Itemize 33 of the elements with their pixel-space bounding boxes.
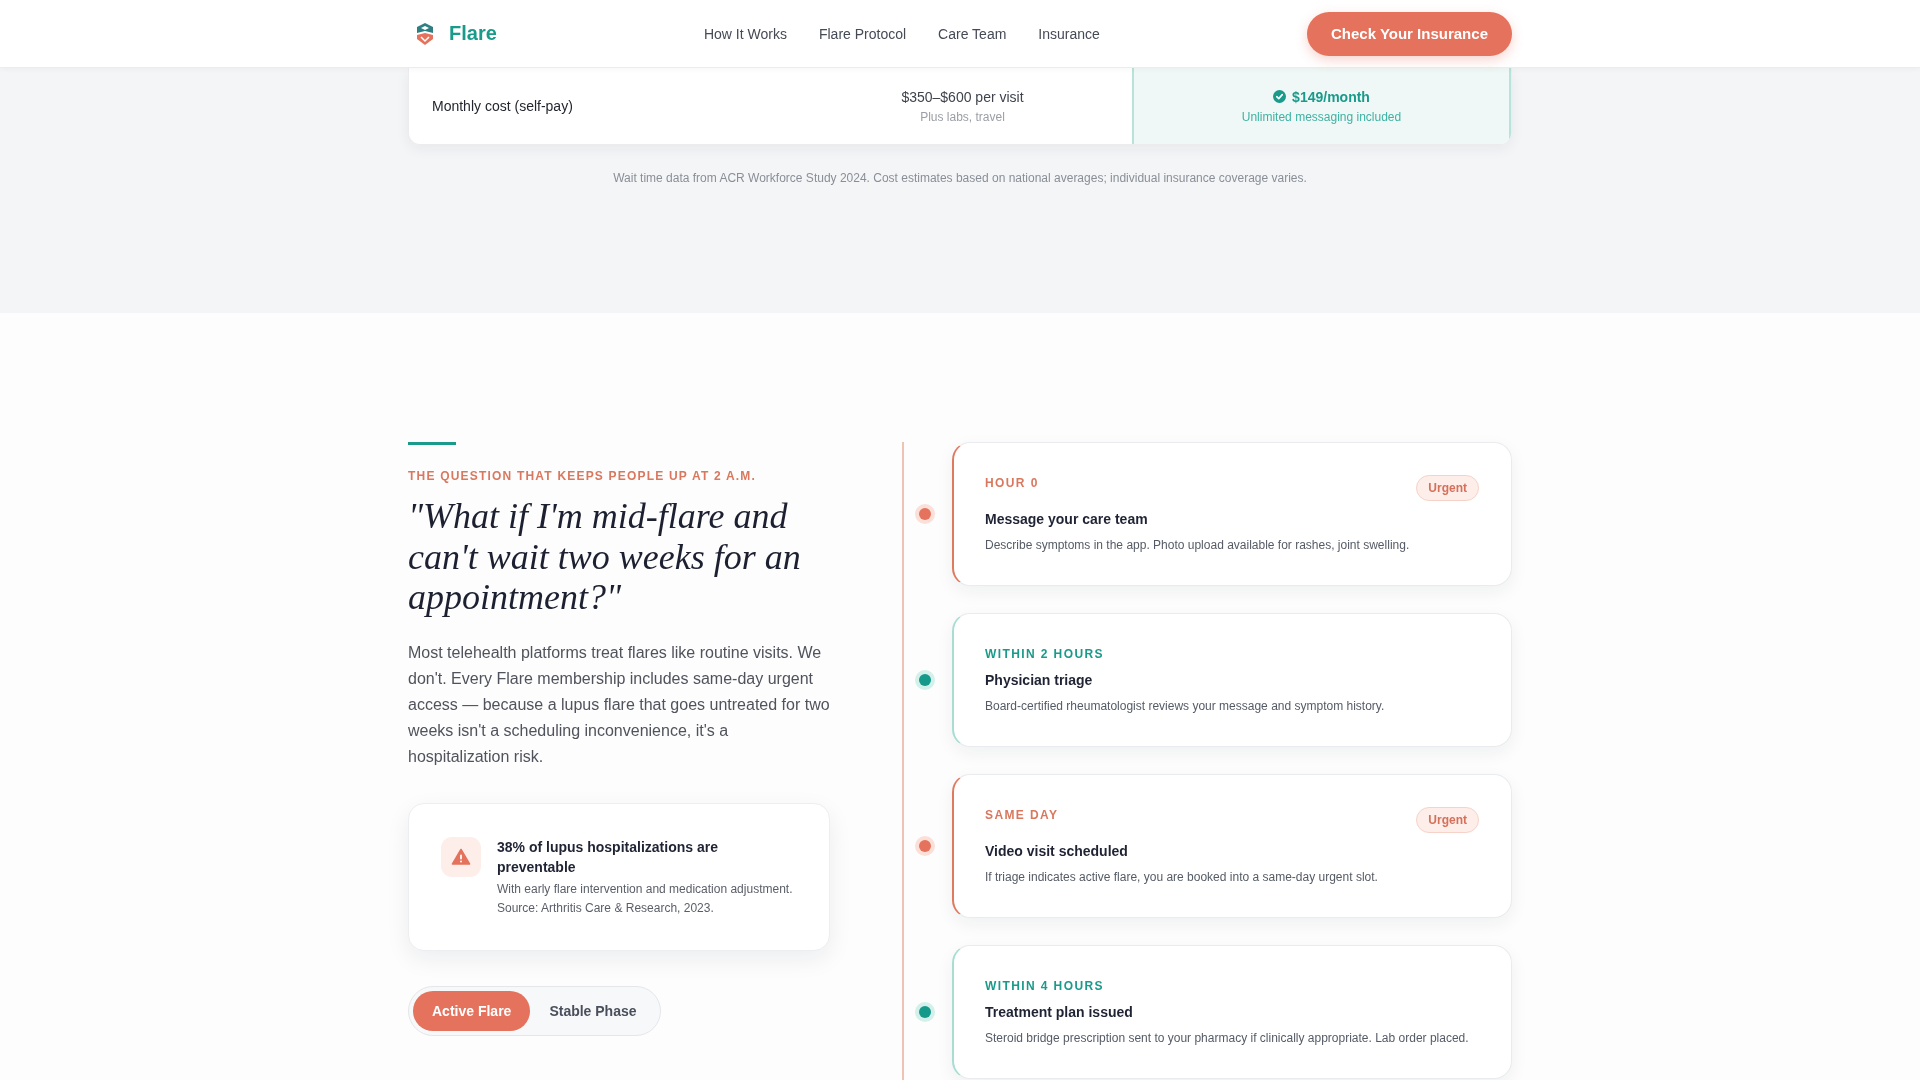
step-title: Physician triage [985,671,1094,690]
step-title: Message your care team [985,510,1149,529]
price-text: $149/month [1292,88,1370,105]
step-time: WITHIN 2 HOURS [985,646,1104,662]
step-description: Board-certified rheumatologist reviews your message and symptom history. [985,698,1386,714]
shield-logo-icon [415,21,435,46]
step-time: HOUR 0 [985,475,1039,491]
stat-detail: With early flare intervention and medication adjustment. Source: Arthritis Care & Research, 2023. [497,880,793,917]
row-label: Monthly cost (self-pay) [432,98,573,114]
price-note: Plus labs, travel [920,109,1005,124]
phase-toggle-option[interactable]: Stable Phase [530,990,656,1031]
step-time: WITHIN 4 HOURS [985,978,1104,994]
urgent-badge: Urgent [1416,475,1479,501]
warning-icon [441,836,481,877]
footnote-text: Wait time data from ACR Workforce Study 2024. Cost estimates based on national averages; individual insurance coverage varies. [613,171,1307,185]
step-title: Treatment plan issued [985,1003,1134,1022]
nav-link[interactable]: Flare Protocol [818,25,907,42]
step-description: Describe symptoms in the app. Photo upload available for rashes, joint swelling. [985,537,1411,553]
nav-link[interactable]: How It Works [703,25,787,42]
price-note: Unlimited messaging included [1241,109,1402,124]
body-text: Most telehealth platforms treat flares like routine visits. We don't. Every Flare membership includes same-day urgent access — because a lupus flare that goes untreated for two weeks isn't a scheduling inconvenience, it's a hospitalization risk. [408,642,830,767]
nav-link[interactable]: Insurance [1038,25,1100,42]
nav-link[interactable]: Care Team [938,25,1007,42]
stat-title: 38% of lupus hospitalizations are preventable [497,837,719,877]
step-description: Steroid bridge prescription sent to your pharmacy if clinically appropriate. Lab order placed. [985,1030,1470,1046]
urgent-badge: Urgent [1416,807,1479,833]
check-circle-icon [1273,90,1287,103]
step-title: Video visit scheduled [985,842,1129,861]
section-heading: "What if I'm mid-flare and can't wait two weeks for an appointment?" [408,496,802,618]
eyebrow-text: THE QUESTION THAT KEEPS PEOPLE UP AT 2 A.M. [408,468,757,484]
step-time: SAME DAY [985,807,1059,823]
price-text: $350–$600 per visit [901,88,1024,105]
step-description: If triage indicates active flare, you are booked into a same-day urgent slot. [985,869,1379,885]
